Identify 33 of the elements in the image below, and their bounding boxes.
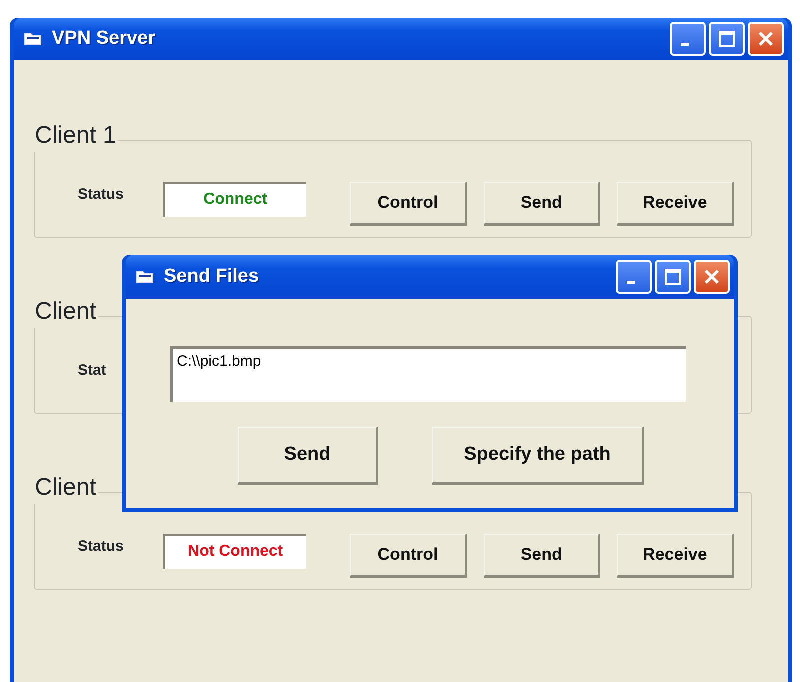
receive-button[interactable]: Receive — [617, 182, 734, 226]
maximize-button[interactable] — [655, 260, 691, 294]
status-label: Status — [78, 185, 125, 205]
close-icon — [757, 30, 775, 48]
window-title: VPN Server — [52, 26, 156, 51]
window-title: Send Files — [164, 264, 260, 289]
path-field[interactable]: C:\\pic1.bmp — [170, 346, 686, 402]
status-field: Not Connect — [162, 534, 306, 569]
send-button[interactable]: Send — [238, 427, 378, 485]
window-icon — [24, 32, 42, 46]
status-field: Connect — [162, 182, 306, 217]
group-label: Client — [34, 300, 98, 324]
minimize-icon — [681, 42, 689, 46]
window-icon — [136, 270, 154, 284]
group-label: Client — [34, 476, 98, 500]
status-label: Stat — [78, 361, 108, 381]
maximize-icon — [664, 268, 682, 286]
minimize-icon — [627, 280, 635, 284]
maximize-icon — [718, 30, 736, 48]
status-label: Status — [78, 537, 125, 557]
control-button[interactable]: Control — [350, 534, 467, 578]
close-button[interactable] — [694, 260, 730, 294]
receive-button[interactable]: Receive — [617, 534, 734, 578]
send-button[interactable]: Send — [484, 534, 600, 578]
minimize-button[interactable] — [616, 260, 652, 294]
maximize-button[interactable] — [709, 22, 745, 56]
minimize-button[interactable] — [670, 22, 706, 56]
group-label: Client 1 — [34, 124, 118, 148]
specify-path-button[interactable]: Specify the path — [432, 427, 644, 485]
close-button[interactable] — [748, 22, 784, 56]
control-button[interactable]: Control — [350, 182, 467, 226]
close-icon — [703, 268, 721, 286]
send-button[interactable]: Send — [484, 182, 600, 226]
